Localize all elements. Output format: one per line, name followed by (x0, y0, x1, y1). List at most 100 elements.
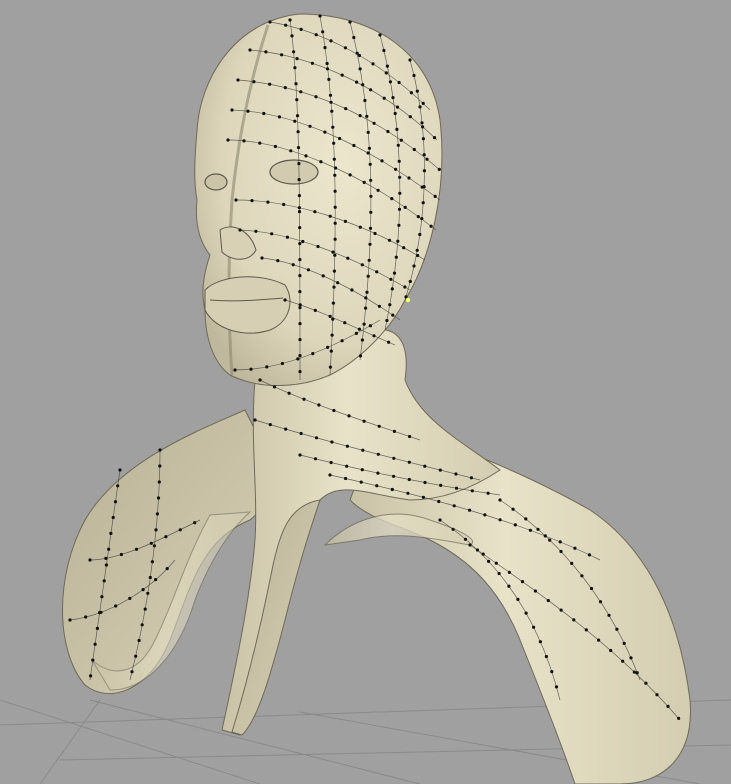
mesh-vertex (282, 202, 286, 207)
mesh-vertex (148, 575, 152, 580)
mesh-vertex (100, 595, 104, 599)
mesh-vertex (558, 540, 562, 544)
mesh-vertex (313, 308, 317, 312)
mesh-vertex (164, 535, 168, 539)
mesh-vertex (230, 108, 234, 112)
mesh-vertex (538, 640, 543, 644)
mesh-vertex (371, 62, 375, 66)
mesh-vertex (304, 154, 308, 158)
mesh-vertex (423, 464, 427, 468)
mesh-vertex (128, 596, 132, 601)
mesh-vertex (113, 500, 118, 504)
mesh-vertex (118, 468, 122, 472)
mesh-vertex (297, 162, 301, 166)
mesh-vertex (328, 93, 333, 97)
mesh-vertex (143, 607, 147, 611)
mesh-vertex (375, 484, 379, 488)
mesh-vertex (107, 547, 111, 551)
mesh-vertex (362, 322, 366, 326)
mesh-vertex (388, 303, 392, 307)
mesh-vertex (238, 228, 242, 232)
mesh-vertex (366, 130, 370, 134)
mesh-vertex (298, 370, 302, 374)
mesh-vertex (358, 225, 362, 229)
mesh-vertex (361, 448, 365, 452)
mesh-vertex (311, 352, 315, 356)
mesh-vertex (296, 146, 301, 150)
mesh-vertex (394, 167, 398, 171)
mesh-vertex (345, 444, 349, 448)
mesh-vertex (298, 453, 302, 457)
mesh-vertex (302, 397, 306, 401)
mesh-vertex (284, 23, 288, 27)
mesh-vertex (313, 210, 317, 214)
mesh-vertex (543, 534, 547, 538)
mesh-vertex (420, 217, 424, 221)
mesh-vertex (336, 281, 340, 285)
viewport-canvas[interactable] (0, 0, 731, 784)
mesh-vertex (533, 589, 538, 593)
mesh-vertex (325, 67, 330, 71)
mesh-vertex (418, 232, 422, 237)
mesh-vertex (438, 468, 442, 472)
mesh-vertex (325, 61, 329, 66)
mesh-vertex (294, 82, 298, 86)
mesh-vertex (415, 89, 419, 93)
mesh-vertex (420, 121, 424, 125)
head-mesh[interactable] (62, 13, 691, 784)
mesh-vertex (347, 414, 351, 418)
mesh-vertex (468, 508, 472, 512)
mesh-vertex (344, 476, 348, 481)
mesh-vertex (150, 560, 154, 564)
mesh-vertex (397, 207, 402, 211)
mesh-vertex (140, 623, 144, 627)
mesh-vertex (283, 86, 287, 90)
mesh-vertex (134, 547, 139, 551)
mesh-vertex (154, 578, 158, 582)
mesh-vertex (412, 147, 416, 152)
mesh-vertex (297, 206, 301, 210)
mesh-vertex (301, 239, 305, 244)
mesh-vertex (350, 288, 354, 292)
mesh-vertex (363, 98, 367, 103)
mesh-vertex (438, 518, 442, 522)
mesh-vertex (358, 354, 363, 358)
mesh-vertex (385, 64, 389, 68)
mesh-vertex (368, 162, 372, 166)
mesh-vertex (384, 71, 388, 75)
3d-viewport[interactable] (0, 0, 731, 784)
mesh-vertex (323, 130, 327, 134)
mesh-vertex (451, 527, 455, 531)
mesh-vertex (437, 167, 441, 171)
mesh-vertex (268, 423, 272, 427)
mesh-vertex (262, 111, 266, 116)
mesh-vertex (507, 584, 511, 588)
mesh-vertex (293, 119, 297, 123)
mesh-vertex (365, 290, 369, 294)
mesh-vertex (352, 35, 356, 40)
mesh-vertex (391, 313, 395, 317)
mesh-vertex (283, 298, 287, 302)
mesh-vertex (299, 27, 303, 31)
mesh-vertex (390, 487, 394, 492)
mesh-vertex (369, 194, 373, 198)
mesh-vertex (546, 598, 550, 603)
mesh-vertex (362, 180, 366, 184)
mesh-vertex (296, 357, 300, 361)
mesh-vertex (609, 648, 613, 653)
mesh-vertex (364, 306, 368, 310)
mesh-vertex (157, 480, 161, 484)
mesh-vertex (391, 96, 395, 100)
mesh-vertex (343, 46, 347, 50)
mesh-vertex (548, 538, 552, 542)
selected-vertex[interactable] (405, 297, 411, 303)
mesh-vertex (398, 175, 402, 179)
mesh-vertex (252, 80, 256, 84)
mesh-vertex (368, 226, 373, 230)
mesh-vertex (327, 77, 331, 81)
mesh-vertex (394, 255, 398, 259)
mesh-vertex (429, 224, 433, 228)
mesh-vertex (242, 139, 246, 143)
mesh-vertex (99, 610, 103, 614)
mesh-vertex (330, 440, 334, 444)
